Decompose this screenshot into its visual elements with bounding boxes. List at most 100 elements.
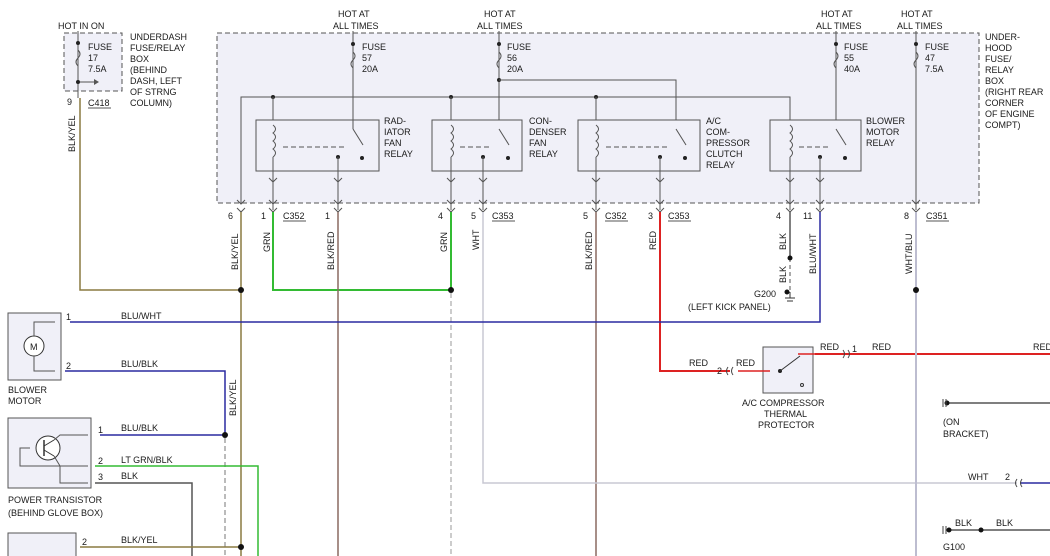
svg-text:DASH, LEFT: DASH, LEFT (130, 76, 183, 86)
svg-text:HOT AT: HOT AT (901, 9, 933, 19)
svg-text:HOT AT: HOT AT (484, 9, 516, 19)
wire-lt-grn-blk (95, 465, 259, 556)
svg-text:FUSE: FUSE (362, 42, 386, 52)
svg-text:55: 55 (844, 53, 854, 63)
svg-text:57: 57 (362, 53, 372, 63)
svg-text:BOX: BOX (985, 76, 1004, 86)
label-red-2: RED (736, 358, 756, 368)
label-blk-3: BLK (996, 518, 1013, 528)
label-red-3: RED (820, 342, 840, 352)
svg-text:FUSE: FUSE (844, 42, 868, 52)
thermal-pin-2: 2 (717, 366, 722, 376)
svg-text:(ON: (ON (943, 417, 960, 427)
hot-at-all-times-label-4: HOT AT ALL TIMES (897, 9, 943, 31)
g200-ground-label: G200 (LEFT KICK PANEL) (688, 289, 776, 312)
svg-text:MOTOR: MOTOR (866, 127, 900, 137)
svg-text:RELAY: RELAY (384, 149, 413, 159)
wire-blk-transistor (95, 482, 193, 556)
svg-text:COM-: COM- (706, 127, 730, 137)
svg-text:RELAY: RELAY (985, 65, 1014, 75)
svg-text:7.5A: 7.5A (925, 64, 944, 74)
wiring-diagram: HOT IN ON HOT AT ALL TIMES HOT AT ALL TI… (7, 9, 1050, 556)
svg-text:COMPT): COMPT) (985, 120, 1021, 130)
label-blu-blk-1: BLU/BLK (121, 359, 158, 369)
svg-text:DENSER: DENSER (529, 127, 567, 137)
svg-text:(BEHIND GLOVE BOX): (BEHIND GLOVE BOX) (8, 508, 103, 518)
pin-1b: 1 (325, 211, 330, 221)
label-blk-yel: BLK/YEL (121, 535, 158, 545)
svg-text:BLK: BLK (778, 266, 788, 283)
svg-text:HOOD: HOOD (985, 43, 1013, 53)
svg-text:BRACKET): BRACKET) (943, 429, 989, 439)
svg-text:CON-: CON- (529, 116, 552, 126)
svg-text:BLK/RED: BLK/RED (326, 231, 336, 270)
svg-text:BLOWER: BLOWER (8, 385, 48, 395)
connector-c351: C351 (926, 211, 948, 221)
connector-c353-a: C353 (492, 211, 514, 221)
blower-pin-2: 2 (66, 361, 71, 371)
svg-text:17: 17 (88, 53, 98, 63)
svg-text:OF STRNG: OF STRNG (130, 87, 177, 97)
pin-4a: 4 (438, 211, 443, 221)
blower-pin-1: 1 (66, 312, 71, 322)
svg-text:HOT AT: HOT AT (338, 9, 370, 19)
svg-text:GRN: GRN (262, 232, 272, 252)
svg-text:ALL TIMES: ALL TIMES (816, 21, 862, 31)
svg-text:RELAY: RELAY (529, 149, 558, 159)
svg-text:G200: G200 (754, 289, 776, 299)
svg-text:RELAY: RELAY (866, 138, 895, 148)
label-red-5: RED (1033, 342, 1050, 352)
pin-6: 6 (228, 211, 233, 221)
svg-text:BLK/YEL: BLK/YEL (228, 379, 238, 416)
label-blk-2: BLK (955, 518, 972, 528)
label-blu-blk-2: BLU/BLK (121, 423, 158, 433)
svg-text:COLUMN): COLUMN) (130, 98, 172, 108)
svg-text:20A: 20A (362, 64, 378, 74)
svg-text:(BEHIND: (BEHIND (130, 65, 168, 75)
pin-8: 8 (904, 211, 909, 221)
svg-text:CLUTCH: CLUTCH (706, 149, 743, 159)
svg-text:7.5A: 7.5A (88, 64, 107, 74)
label-blk: BLK (121, 471, 138, 481)
svg-text:ALL TIMES: ALL TIMES (897, 21, 943, 31)
svg-text:MOTOR: MOTOR (8, 396, 42, 406)
svg-text:BLK: BLK (778, 233, 788, 250)
pin-9: 9 (67, 97, 72, 107)
svg-text:FUSE/: FUSE/ (985, 54, 1012, 64)
underhood-box-label: UNDER- HOOD FUSE/ RELAY BOX (RIGHT REAR … (985, 32, 1044, 130)
on-bracket-label: (ON BRACKET) (943, 417, 989, 439)
svg-text:HOT AT: HOT AT (821, 9, 853, 19)
label-wht: WHT (968, 472, 989, 482)
svg-text:UNDERDASH: UNDERDASH (130, 32, 187, 42)
svg-text:20A: 20A (507, 64, 523, 74)
power-transistor: POWER TRANSISTOR (BEHIND GLOVE BOX) (7, 417, 103, 518)
svg-text:CORNER: CORNER (985, 98, 1025, 108)
wire-red-c353 (659, 212, 730, 372)
pin-5a: 5 (471, 211, 476, 221)
connector-c353-b: C353 (668, 211, 690, 221)
svg-text:RED: RED (648, 230, 658, 250)
g100-label: G100 (943, 542, 965, 552)
svg-text:GRN: GRN (439, 232, 449, 252)
motor-icon: M (30, 342, 38, 352)
svg-text:PRESSOR: PRESSOR (706, 138, 751, 148)
hot-in-on-label: HOT IN ON (58, 21, 104, 31)
underhood-fuse-relay-box (216, 32, 980, 204)
svg-text:FUSE/RELAY: FUSE/RELAY (130, 43, 185, 53)
thermal-pin-1: 1 (852, 344, 857, 354)
svg-text:BLK/RED: BLK/RED (584, 231, 594, 270)
wht-pin-2: 2 (1005, 472, 1010, 482)
svg-text:BLK/YEL: BLK/YEL (67, 115, 77, 152)
pin-1a: 1 (261, 211, 266, 221)
svg-text:BLOWER: BLOWER (866, 116, 906, 126)
label-lt-grn-blk: LT GRN/BLK (121, 455, 173, 465)
hot-at-all-times-label-3: HOT AT ALL TIMES (816, 9, 862, 31)
blower-motor: M BLOWER MOTOR (7, 312, 62, 406)
underdash-box-label: UNDERDASH FUSE/RELAY BOX (BEHIND DASH, L… (130, 32, 187, 108)
svg-text:40A: 40A (844, 64, 860, 74)
wire-grn-c352 (272, 212, 451, 291)
svg-text:POWER TRANSISTOR: POWER TRANSISTOR (8, 495, 103, 505)
svg-text:BLK/YEL: BLK/YEL (230, 233, 240, 270)
svg-text:FUSE: FUSE (507, 42, 531, 52)
svg-text:(RIGHT REAR: (RIGHT REAR (985, 87, 1044, 97)
